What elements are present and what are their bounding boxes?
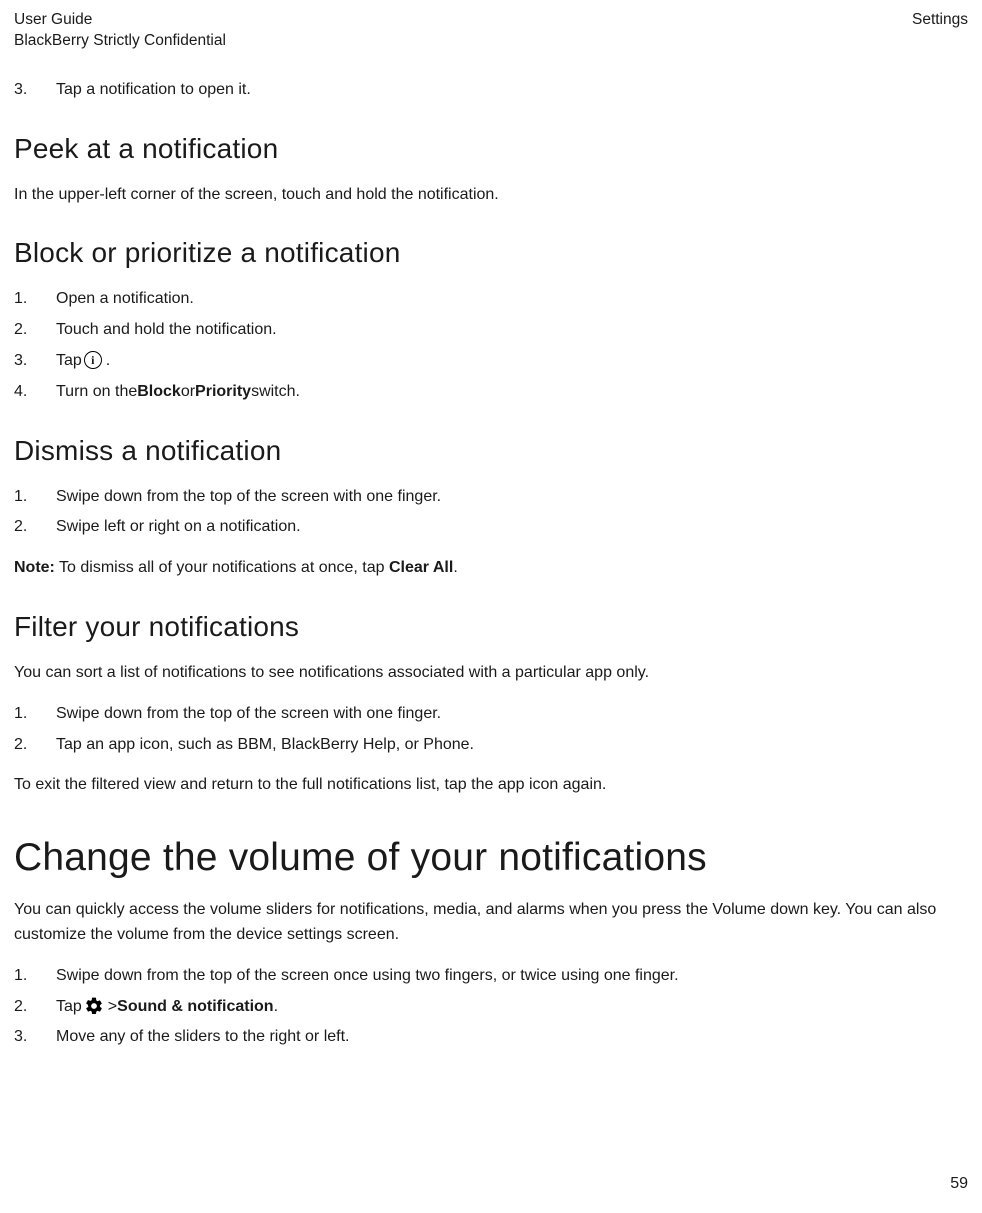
list-item: 1. Swipe down from the top of the screen…: [14, 702, 968, 727]
block-steps-list: 1. Open a notification. 2. Touch and hol…: [14, 287, 968, 404]
step-text-post: switch.: [251, 380, 300, 405]
step-text: Move any of the sliders to the right or …: [56, 1025, 968, 1050]
step-number: 3.: [14, 349, 56, 374]
note-text-post: .: [453, 559, 457, 576]
step-text: Swipe down from the top of the screen on…: [56, 964, 968, 989]
header-section: Settings: [912, 10, 968, 52]
section-heading-filter: Filter your notifications: [14, 611, 968, 643]
list-item: 2. Swipe left or right on a notification…: [14, 515, 968, 540]
list-item: 1. Open a notification.: [14, 287, 968, 312]
step-number: 2.: [14, 995, 56, 1020]
bold-text: Block: [137, 380, 181, 405]
step-number: 1.: [14, 287, 56, 312]
step-text-post: .: [106, 349, 110, 374]
info-icon: i: [84, 351, 102, 369]
section-heading-peek: Peek at a notification: [14, 133, 968, 165]
filter-intro: You can sort a list of notifications to …: [14, 661, 968, 686]
step-text: Swipe left or right on a notification.: [56, 515, 968, 540]
step-number: 2.: [14, 318, 56, 343]
note-text-pre: To dismiss all of your notifications at …: [55, 559, 389, 576]
continued-steps-list: 3. Tap a notification to open it.: [14, 78, 968, 103]
heading-change-volume: Change the volume of your notifications: [14, 836, 968, 880]
step-number: 1.: [14, 964, 56, 989]
step-text: Touch and hold the notification.: [56, 318, 968, 343]
step-text-gt: >: [108, 995, 117, 1020]
list-item: 1. Swipe down from the top of the screen…: [14, 964, 968, 989]
dismiss-note: Note: To dismiss all of your notificatio…: [14, 556, 968, 581]
gear-icon: [84, 996, 104, 1016]
list-item: 4. Turn on the Block or Priority switch.: [14, 380, 968, 405]
step-text: Turn on the Block or Priority switch.: [56, 380, 968, 405]
list-item: 2. Touch and hold the notification.: [14, 318, 968, 343]
step-number: 4.: [14, 380, 56, 405]
header-subtitle: BlackBerry Strictly Confidential: [14, 31, 226, 52]
step-number: 3.: [14, 78, 56, 103]
step-text: Tap a notification to open it.: [56, 78, 968, 103]
step-text-post: .: [274, 995, 278, 1020]
note-label: Note:: [14, 559, 55, 576]
step-text: Tap i .: [56, 349, 968, 374]
list-item: 3. Tap i .: [14, 349, 968, 374]
bold-text: Sound & notification: [117, 995, 273, 1020]
list-item: 2. Tap > Sound & notification .: [14, 995, 968, 1020]
dismiss-steps-list: 1. Swipe down from the top of the screen…: [14, 485, 968, 541]
step-number: 2.: [14, 515, 56, 540]
section-heading-dismiss: Dismiss a notification: [14, 435, 968, 467]
list-item: 3. Move any of the sliders to the right …: [14, 1025, 968, 1050]
step-text-pre: Tap: [56, 995, 82, 1020]
step-text-mid: or: [181, 380, 195, 405]
step-text: Swipe down from the top of the screen wi…: [56, 702, 968, 727]
step-text: Open a notification.: [56, 287, 968, 312]
list-item: 1. Swipe down from the top of the screen…: [14, 485, 968, 510]
volume-intro: You can quickly access the volume slider…: [14, 898, 968, 948]
step-number: 2.: [14, 733, 56, 758]
bold-text: Clear All: [389, 559, 453, 576]
step-text-pre: Turn on the: [56, 380, 137, 405]
step-text: Swipe down from the top of the screen wi…: [56, 485, 968, 510]
step-number: 3.: [14, 1025, 56, 1050]
step-text: Tap > Sound & notification .: [56, 995, 968, 1020]
volume-steps-list: 1. Swipe down from the top of the screen…: [14, 964, 968, 1050]
list-item: 2. Tap an app icon, such as BBM, BlackBe…: [14, 733, 968, 758]
step-text-pre: Tap: [56, 349, 82, 374]
step-number: 1.: [14, 702, 56, 727]
page-header: User Guide BlackBerry Strictly Confident…: [14, 10, 968, 52]
filter-outro: To exit the filtered view and return to …: [14, 773, 968, 798]
filter-steps-list: 1. Swipe down from the top of the screen…: [14, 702, 968, 758]
step-text: Tap an app icon, such as BBM, BlackBerry…: [56, 733, 968, 758]
section-heading-block: Block or prioritize a notification: [14, 237, 968, 269]
list-item: 3. Tap a notification to open it.: [14, 78, 968, 103]
header-left: User Guide BlackBerry Strictly Confident…: [14, 10, 226, 52]
page-number: 59: [950, 1175, 968, 1193]
step-number: 1.: [14, 485, 56, 510]
header-title: User Guide: [14, 10, 226, 31]
bold-text: Priority: [195, 380, 251, 405]
peek-paragraph: In the upper-left corner of the screen, …: [14, 183, 968, 208]
